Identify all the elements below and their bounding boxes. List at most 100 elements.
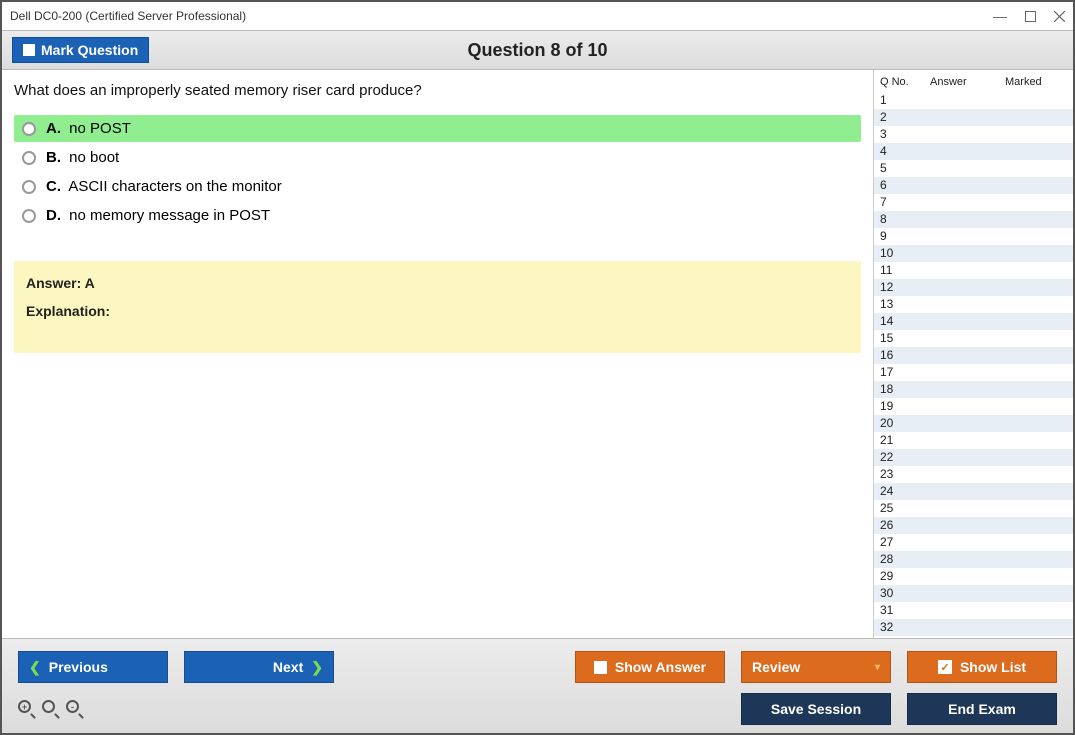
row-qno: 4 [880, 143, 930, 160]
zoom-in-icon[interactable]: + [18, 700, 36, 718]
question-list-panel: Q No. Answer Marked 12345678910111213141… [873, 70, 1073, 638]
question-grid-rows: 1234567891011121314151617181920212223242… [874, 92, 1073, 638]
checkbox-icon [23, 44, 35, 56]
table-row[interactable]: 22 [874, 449, 1073, 466]
window-controls: — [993, 11, 1065, 22]
table-row[interactable]: 15 [874, 330, 1073, 347]
table-row[interactable]: 3 [874, 126, 1073, 143]
zoom-controls: + - [18, 700, 84, 718]
row-qno: 32 [880, 619, 930, 636]
main-area: What does an improperly seated memory ri… [2, 70, 1073, 638]
row-qno: 22 [880, 449, 930, 466]
table-row[interactable]: 8 [874, 211, 1073, 228]
table-row[interactable]: 28 [874, 551, 1073, 568]
minimize-icon[interactable]: — [993, 11, 1007, 21]
close-icon[interactable] [1054, 11, 1065, 22]
chevron-right-icon: ❯ [311, 659, 323, 676]
question-grid-scroll[interactable]: 1234567891011121314151617181920212223242… [874, 92, 1073, 638]
row-qno: 23 [880, 466, 930, 483]
table-row[interactable]: 31 [874, 602, 1073, 619]
table-row[interactable]: 18 [874, 381, 1073, 398]
end-exam-button[interactable]: End Exam [907, 693, 1057, 725]
table-row[interactable]: 23 [874, 466, 1073, 483]
col-qno: Q No. [880, 76, 930, 88]
table-row[interactable]: 2 [874, 109, 1073, 126]
mark-question-button[interactable]: Mark Question [12, 37, 149, 63]
table-row[interactable]: 29 [874, 568, 1073, 585]
table-row[interactable]: 9 [874, 228, 1073, 245]
table-row[interactable]: 16 [874, 347, 1073, 364]
row-qno: 6 [880, 177, 930, 194]
row-qno: 7 [880, 194, 930, 211]
row-qno: 15 [880, 330, 930, 347]
show-answer-button[interactable]: Show Answer [575, 651, 725, 683]
table-row[interactable]: 7 [874, 194, 1073, 211]
option-b[interactable]: B. no boot [14, 144, 861, 171]
row-qno: 19 [880, 398, 930, 415]
row-qno: 2 [880, 109, 930, 126]
row-qno: 30 [880, 585, 930, 602]
option-text: A. no POST [46, 120, 131, 137]
row-qno: 14 [880, 313, 930, 330]
question-grid-header: Q No. Answer Marked [874, 70, 1073, 92]
row-qno: 26 [880, 517, 930, 534]
table-row[interactable]: 20 [874, 415, 1073, 432]
chevron-left-icon: ❮ [29, 659, 41, 676]
radio-icon [22, 209, 36, 223]
row-qno: 17 [880, 364, 930, 381]
end-exam-label: End Exam [948, 701, 1016, 717]
table-row[interactable]: 14 [874, 313, 1073, 330]
show-answer-label: Show Answer [615, 659, 706, 675]
options-list: A. no POST B. no boot C. ASCII characters … [14, 115, 861, 231]
option-d[interactable]: D. no memory message in POST [14, 202, 861, 229]
option-text: D. no memory message in POST [46, 207, 270, 224]
table-row[interactable]: 1 [874, 92, 1073, 109]
window-title: Dell DC0-200 (Certified Server Professio… [10, 9, 246, 23]
show-list-button[interactable]: ✓ Show List [907, 651, 1057, 683]
table-row[interactable]: 25 [874, 500, 1073, 517]
save-session-button[interactable]: Save Session [741, 693, 891, 725]
save-session-label: Save Session [771, 701, 861, 717]
mark-question-label: Mark Question [41, 42, 138, 58]
review-button[interactable]: Review ▾ [741, 651, 891, 683]
option-c[interactable]: C. ASCII characters on the monitor [14, 173, 861, 200]
table-row[interactable]: 19 [874, 398, 1073, 415]
row-qno: 21 [880, 432, 930, 449]
row-qno: 27 [880, 534, 930, 551]
row-qno: 5 [880, 160, 930, 177]
maximize-icon[interactable] [1025, 11, 1036, 22]
titlebar: Dell DC0-200 (Certified Server Professio… [2, 2, 1073, 30]
table-row[interactable]: 6 [874, 177, 1073, 194]
table-row[interactable]: 17 [874, 364, 1073, 381]
table-row[interactable]: 21 [874, 432, 1073, 449]
option-text: B. no boot [46, 149, 119, 166]
checkbox-checked-icon: ✓ [938, 660, 952, 674]
table-row[interactable]: 5 [874, 160, 1073, 177]
row-qno: 11 [880, 262, 930, 279]
table-row[interactable]: 12 [874, 279, 1073, 296]
show-list-label: Show List [960, 659, 1026, 675]
table-row[interactable]: 11 [874, 262, 1073, 279]
zoom-out-icon[interactable]: - [66, 700, 84, 718]
next-button[interactable]: Next ❯ [184, 651, 334, 683]
row-qno: 28 [880, 551, 930, 568]
table-row[interactable]: 13 [874, 296, 1073, 313]
table-row[interactable]: 24 [874, 483, 1073, 500]
table-row[interactable]: 26 [874, 517, 1073, 534]
previous-label: Previous [49, 659, 108, 675]
previous-button[interactable]: ❮ Previous [18, 651, 168, 683]
table-row[interactable]: 4 [874, 143, 1073, 160]
option-a[interactable]: A. no POST [14, 115, 861, 142]
zoom-icon[interactable] [42, 700, 60, 718]
table-row[interactable]: 32 [874, 619, 1073, 636]
table-row[interactable]: 10 [874, 245, 1073, 262]
row-qno: 29 [880, 568, 930, 585]
next-label: Next [273, 659, 303, 675]
row-qno: 31 [880, 602, 930, 619]
radio-icon [22, 122, 36, 136]
app-window: Dell DC0-200 (Certified Server Professio… [0, 0, 1075, 735]
table-row[interactable]: 30 [874, 585, 1073, 602]
option-text: C. ASCII characters on the monitor [46, 178, 282, 195]
table-row[interactable]: 27 [874, 534, 1073, 551]
row-qno: 9 [880, 228, 930, 245]
